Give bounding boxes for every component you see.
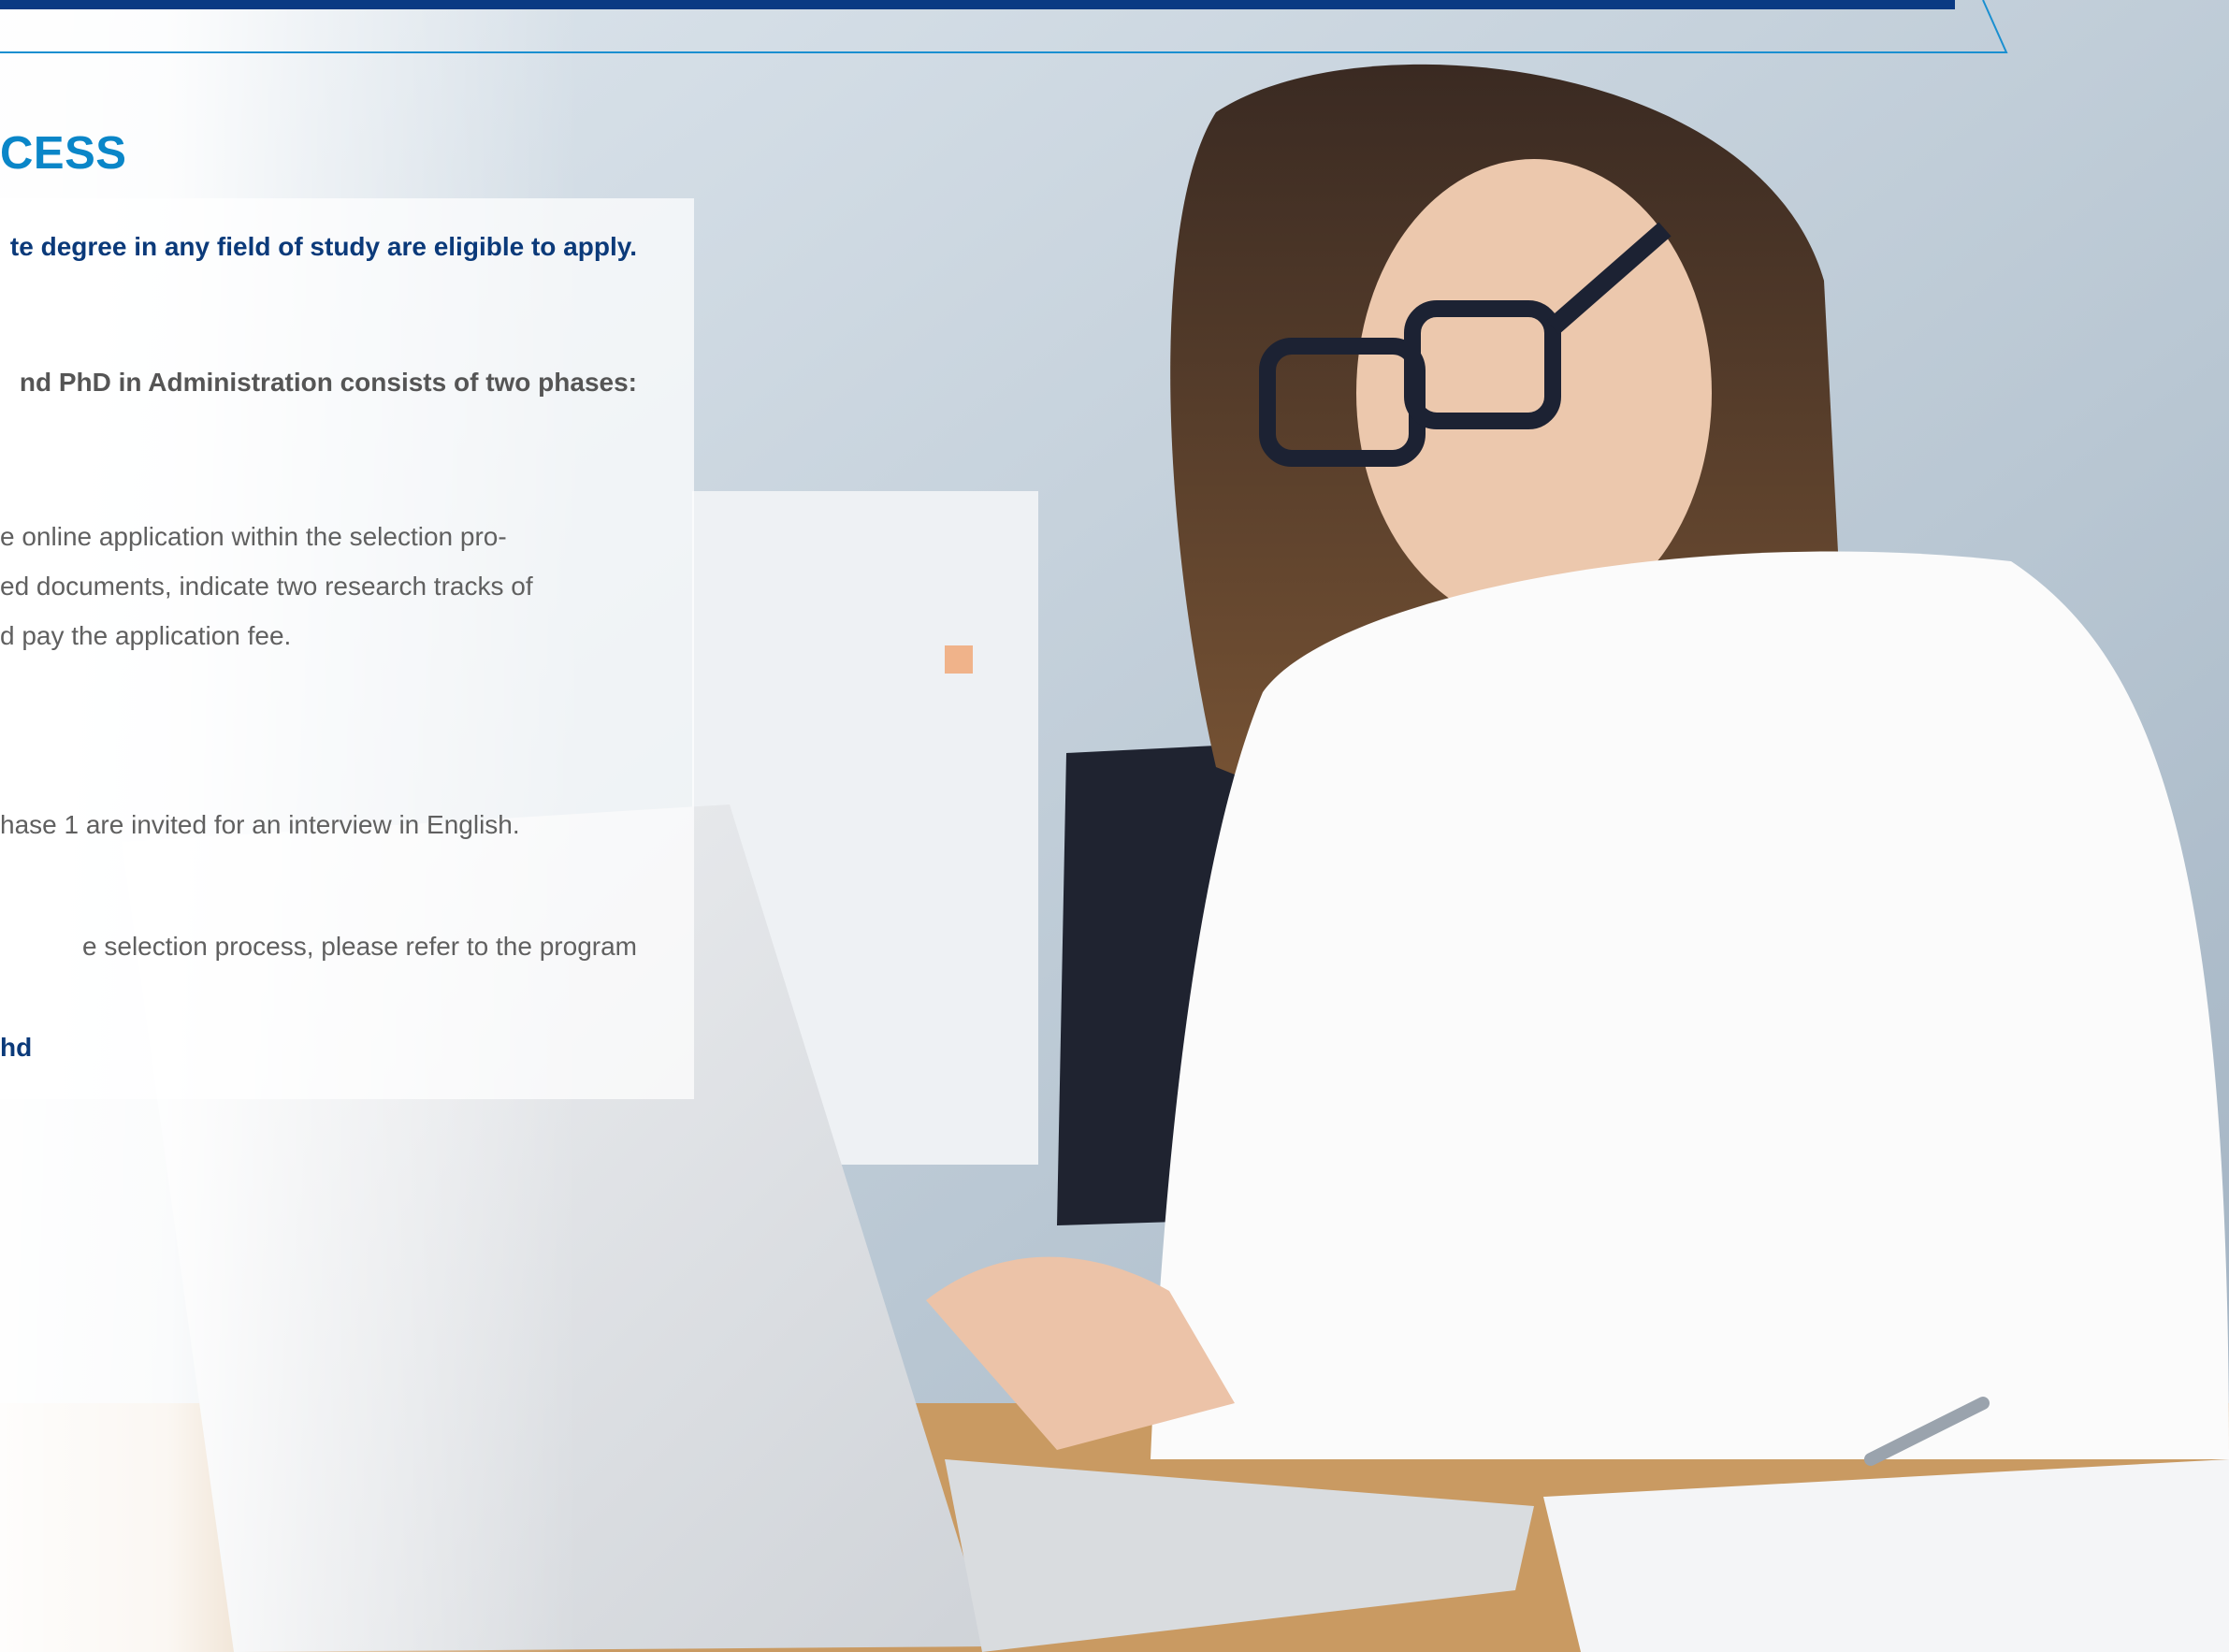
top-accent-line: [0, 0, 2008, 53]
phase-2-description: hase 1 are invited for an interview in E…: [0, 810, 520, 839]
phase-1-description: e online application within the selectio…: [0, 512, 637, 660]
phases-intro: nd PhD in Administration consists of two…: [19, 368, 637, 397]
section-title: CESS: [0, 128, 127, 179]
program-link[interactable]: hd: [0, 1033, 637, 1063]
phase-1-line: e online application within the selectio…: [0, 522, 507, 551]
phase-1-line: d pay the application fee.: [0, 621, 292, 650]
phase-1-line: ed documents, indicate two research trac…: [0, 572, 533, 601]
more-info-text: e selection process, please refer to the…: [82, 932, 637, 961]
eligibility-statement: te degree in any field of study are elig…: [9, 232, 637, 261]
